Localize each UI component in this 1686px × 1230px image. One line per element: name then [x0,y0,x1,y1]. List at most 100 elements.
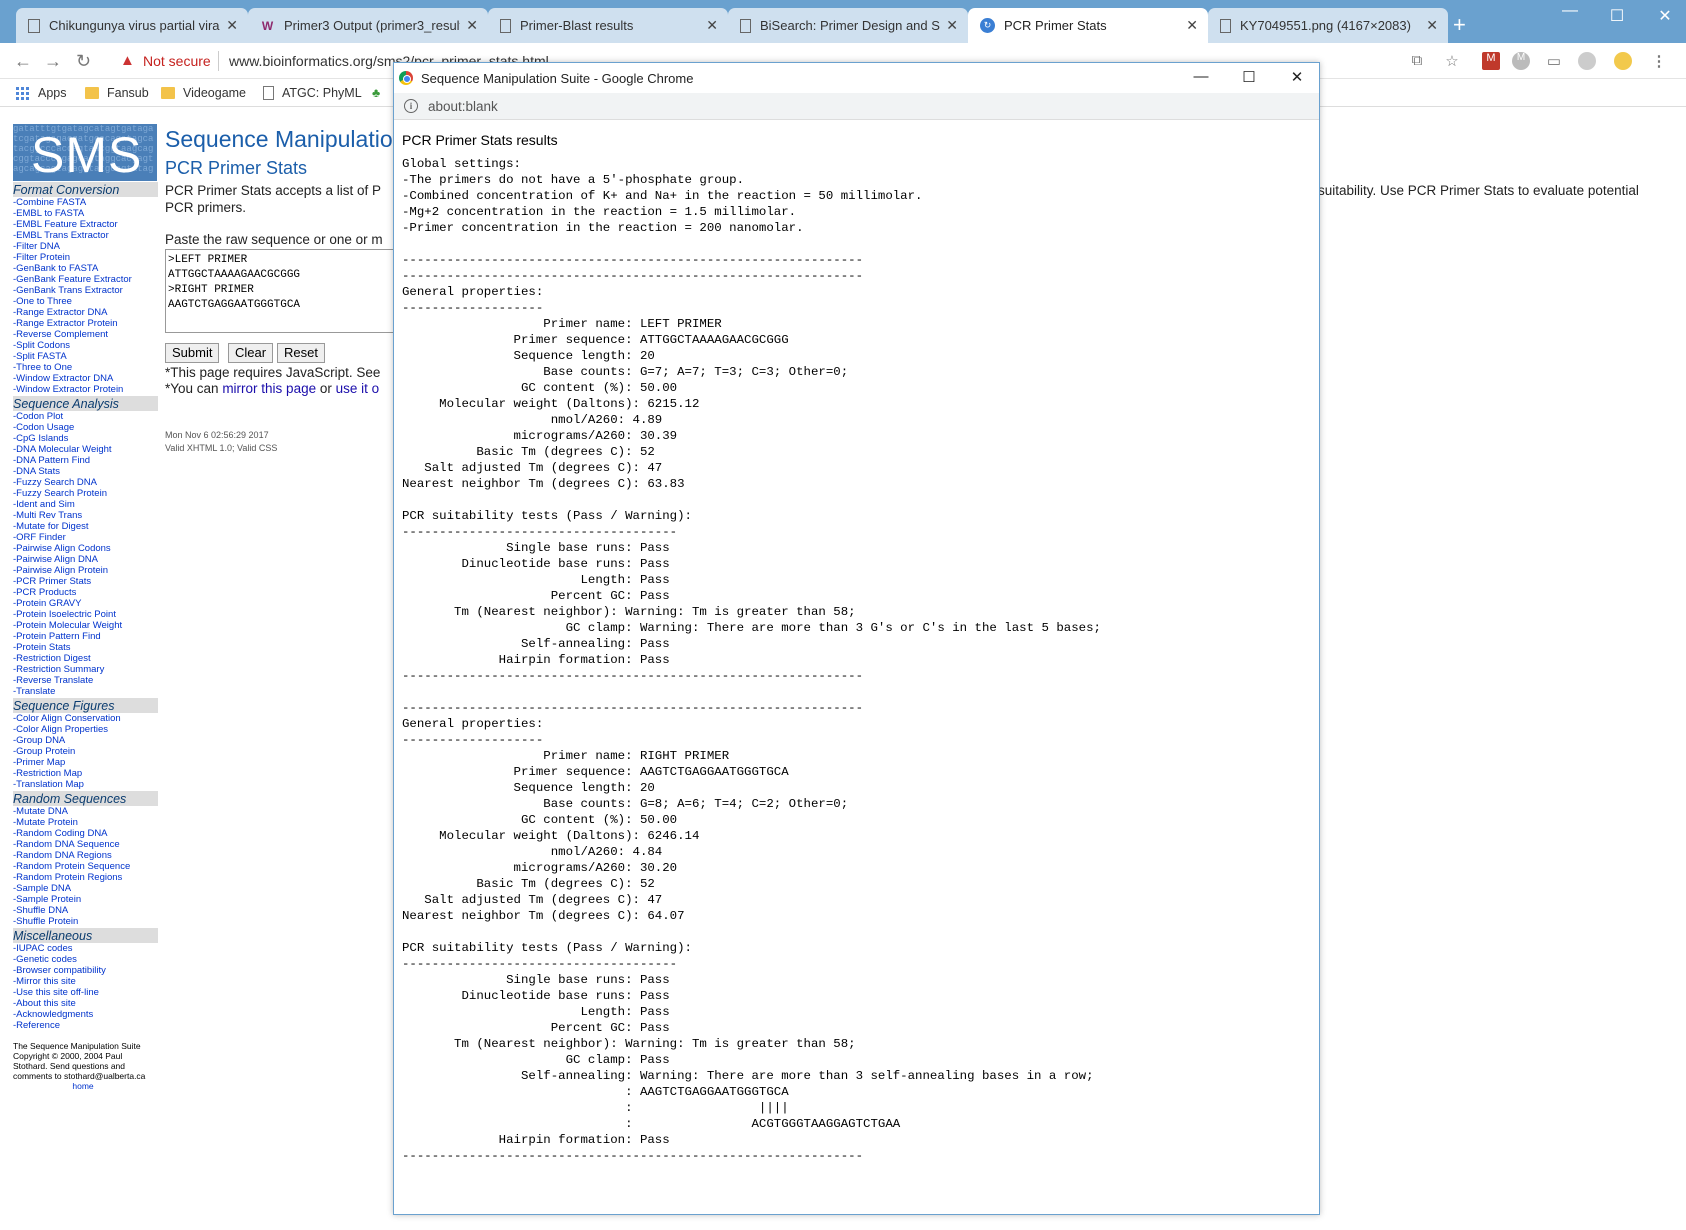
home-link[interactable]: home [13,1081,153,1091]
sidebar-link[interactable]: -Window Extractor Protein [13,384,158,395]
sidebar-link[interactable]: -Browser compatibility [13,965,158,976]
sidebar-link[interactable]: -DNA Pattern Find [13,455,158,466]
sidebar-link[interactable]: -Split Codons [13,340,158,351]
sidebar-link[interactable]: -Reverse Translate [13,675,158,686]
tab-primer3[interactable]: W Primer3 Output (primer3_results) ✕ [248,8,488,43]
minimize-button[interactable]: — [1558,2,1582,20]
sidebar-link[interactable]: -Restriction Digest [13,653,158,664]
sidebar-link[interactable]: -Range Extractor DNA [13,307,158,318]
sidebar-link[interactable]: -Filter Protein [13,252,158,263]
reset-button[interactable]: Reset [277,343,325,363]
maximize-button[interactable]: ☐ [1605,6,1629,26]
sidebar-link[interactable]: -Shuffle DNA [13,905,158,916]
tab-bisearch[interactable]: BiSearch: Primer Design and Search✕ [728,8,968,43]
sidebar-link[interactable]: -Multi Rev Trans [13,510,158,521]
sidebar-link[interactable]: -Restriction Summary [13,664,158,675]
sequence-textarea[interactable]: >LEFT PRIMER ATTGGCTAAAAGAACGCGGG >RIGHT… [165,249,395,333]
sidebar-link[interactable]: -Group DNA [13,735,158,746]
sidebar-link[interactable]: -Reference [13,1020,158,1031]
popup-close-button[interactable]: ✕ [1287,68,1307,86]
sidebar-link[interactable]: -Random DNA Sequence [13,839,158,850]
sidebar-link[interactable]: -One to Three [13,296,158,307]
bookmark-apps[interactable]: Apps [16,86,67,100]
sidebar-link[interactable]: -PCR Products [13,587,158,598]
translate-icon[interactable]: ⧉ [1408,52,1426,70]
sidebar-link[interactable]: -IUPAC codes [13,943,158,954]
new-tab-button[interactable]: + [1453,12,1466,38]
sidebar-link[interactable]: -ORF Finder [13,532,158,543]
sidebar-link[interactable]: -Protein Molecular Weight [13,620,158,631]
sidebar-link[interactable]: -Random Protein Sequence [13,861,158,872]
submit-button[interactable]: Submit [165,343,220,363]
offline-link[interactable]: use it o [336,381,380,396]
sidebar-link[interactable]: -EMBL Trans Extractor [13,230,158,241]
security-label[interactable]: Not secure [143,53,211,69]
sidebar-link[interactable]: -Random Protein Regions [13,872,158,883]
star-icon[interactable]: ☆ [1443,52,1461,70]
close-icon[interactable]: ✕ [466,17,478,34]
tab-primer-blast[interactable]: Primer-Blast results ✕ [488,8,728,43]
tab-ky7049551-png[interactable]: KY7049551.png (4167×2083) ✕ [1208,8,1448,43]
reload-icon[interactable]: ↻ [76,51,91,72]
sidebar-link[interactable]: -Translate [13,686,158,697]
sidebar-link[interactable]: -Protein GRAVY [13,598,158,609]
sidebar-link[interactable]: -Shuffle Protein [13,916,158,927]
sidebar-link[interactable]: -Range Extractor Protein [13,318,158,329]
bookmark-videogame[interactable]: Videogame [161,86,246,100]
sidebar-link[interactable]: -Codon Plot [13,411,158,422]
clear-button[interactable]: Clear [228,343,274,363]
forward-icon[interactable]: → [44,51,62,72]
extension-icon[interactable] [1578,52,1596,70]
sidebar-link[interactable]: -Combine FASTA [13,197,158,208]
sidebar-link[interactable]: -Translation Map [13,779,158,790]
sidebar-link[interactable]: -GenBank Trans Extractor [13,285,158,296]
sidebar-link[interactable]: -Mutate Protein [13,817,158,828]
sidebar-link[interactable]: -Random Coding DNA [13,828,158,839]
sidebar-link[interactable]: -PCR Primer Stats [13,576,158,587]
sidebar-link[interactable]: -Three to One [13,362,158,373]
sidebar-link[interactable]: -Split FASTA [13,351,158,362]
sidebar-link[interactable]: -Ident and Sim [13,499,158,510]
tab-chikungunya[interactable]: Chikungunya virus partial viral cRNA✕ [16,8,248,43]
sidebar-link[interactable]: -EMBL Feature Extractor [13,219,158,230]
sidebar-link[interactable]: -Mirror this site [13,976,158,987]
sidebar-link[interactable]: -Primer Map [13,757,158,768]
sidebar-link[interactable]: -Mutate for Digest [13,521,158,532]
sidebar-link[interactable]: -DNA Stats [13,466,158,477]
sidebar-link[interactable]: -Protein Pattern Find [13,631,158,642]
mirror-link[interactable]: mirror this page [222,381,316,396]
sidebar-link[interactable]: -GenBank Feature Extractor [13,274,158,285]
tab-pcr-primer-stats[interactable]: ↻ PCR Primer Stats ✕ [968,8,1208,43]
bookmark-fansub[interactable]: Fansub [85,86,149,100]
close-icon[interactable]: ✕ [1186,17,1198,34]
close-icon[interactable]: ✕ [706,17,718,34]
close-icon[interactable]: ✕ [226,17,238,34]
sidebar-link[interactable]: -Filter DNA [13,241,158,252]
back-icon[interactable]: ← [14,51,32,72]
sidebar-link[interactable]: -CpG Islands [13,433,158,444]
close-window-button[interactable]: ✕ [1653,6,1677,26]
extension-icon[interactable]: M [1482,52,1500,70]
close-icon[interactable]: ✕ [946,17,958,34]
sidebar-link[interactable]: -Window Extractor DNA [13,373,158,384]
popup-url[interactable]: about:blank [428,99,498,114]
sidebar-link[interactable]: -Reverse Complement [13,329,158,340]
sidebar-link[interactable]: -Pairwise Align Protein [13,565,158,576]
extension-icon[interactable]: ▭ [1545,52,1563,70]
sidebar-link[interactable]: -Pairwise Align Codons [13,543,158,554]
bookmark-icon[interactable]: ♣ [372,86,380,100]
sidebar-link[interactable]: -Mutate DNA [13,806,158,817]
sidebar-link[interactable]: -EMBL to FASTA [13,208,158,219]
warning-icon[interactable]: ▲ [120,52,136,69]
avatar[interactable] [1614,52,1632,70]
sidebar-link[interactable]: -Use this site off-line [13,987,158,998]
sidebar-link[interactable]: -Sample Protein [13,894,158,905]
sidebar-link[interactable]: -Color Align Conservation [13,713,158,724]
sidebar-link[interactable]: -Acknowledgments [13,1009,158,1020]
popup-maximize-button[interactable]: ☐ [1239,68,1259,86]
sidebar-link[interactable]: -Codon Usage [13,422,158,433]
sidebar-link[interactable]: -DNA Molecular Weight [13,444,158,455]
sidebar-link[interactable]: -Protein Isoelectric Point [13,609,158,620]
popup-minimize-button[interactable]: — [1191,68,1211,85]
sidebar-link[interactable]: -GenBank to FASTA [13,263,158,274]
